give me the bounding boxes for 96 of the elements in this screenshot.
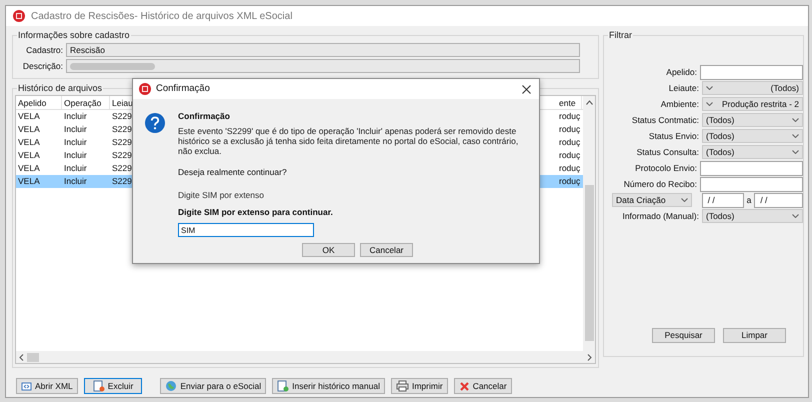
dialog-hint: Digite SIM por extenso (178, 190, 265, 200)
scroll-left-icon[interactable] (19, 354, 24, 360)
caret-icon (792, 150, 799, 154)
field-label: Descrição: (22, 60, 63, 72)
table-cell-text: roduç (558, 162, 582, 175)
window-title: Cadastro de Rescisões- Histórico de arquivos XML eSocial (31, 10, 292, 24)
field-label: Leiaute: (668, 82, 700, 94)
date-to-field[interactable]: / / (754, 192, 803, 208)
dropdown[interactable]: (Todos) (702, 145, 803, 159)
dropdown[interactable]: (Todos) (702, 209, 803, 223)
dialog-button[interactable]: Cancelar (360, 243, 413, 257)
dialog-question: Deseja realmente continuar? (178, 167, 288, 177)
table-cell-text: VELA (17, 149, 41, 162)
table-cell-text: Incluir (63, 110, 88, 123)
group-title: Informações sobre cadastro (17, 29, 131, 41)
field-label: Apelido: (665, 66, 698, 78)
filter-button[interactable]: Pesquisar (652, 328, 715, 343)
dialog-title: Confirmação (156, 82, 210, 96)
scroll-up-icon[interactable] (586, 100, 592, 105)
table-cell-text: roduç (558, 175, 582, 188)
scroll-thumb[interactable] (27, 352, 39, 362)
question-icon (145, 113, 165, 133)
caret-icon (706, 102, 713, 106)
table-cell-text: S229 (111, 162, 133, 175)
table-cell-text: Incluir (63, 162, 88, 175)
text-field[interactable] (700, 160, 803, 176)
group-title: Histórico de arquivos (17, 82, 104, 94)
printer-icon (396, 380, 409, 392)
horizontal-scrollbar[interactable] (16, 351, 595, 363)
toolbar-button[interactable]: Cancelar (454, 378, 512, 394)
field-label: Protocolo Envio: (634, 162, 698, 174)
field-label: Ambiente: (660, 98, 700, 110)
filter-button[interactable]: Limpar (723, 328, 786, 343)
close-icon[interactable] (522, 84, 531, 94)
scroll-right-icon[interactable] (587, 354, 592, 360)
text-field[interactable] (700, 64, 803, 80)
table-cell-text: S229 (111, 175, 133, 188)
table-cell-text: VELA (17, 110, 41, 123)
globe-icon (165, 380, 178, 392)
dialog-message: Este evento 'S2299' que é do tipo de operação 'Incluir' apenas poderá ser removido deste histórico se a exclusão já tenha sido feita diretamente no portal do eSocial, caso contrário, não exclua. (178, 126, 520, 156)
text-field[interactable] (700, 176, 803, 192)
toolbar-button[interactable]: Enviar para o eSocial (160, 378, 266, 394)
field-label: Cadastro: (25, 44, 63, 56)
table-cell-text: S229 (111, 110, 133, 123)
vertical-scrollbar[interactable] (583, 96, 595, 351)
table-cell-text: VELA (17, 136, 41, 149)
table-cell-text: S229 (111, 149, 133, 162)
column-header[interactable]: Operação (62, 96, 110, 109)
field-label: Número do Recibo: (622, 178, 698, 190)
group-title: Filtrar (608, 29, 633, 41)
table-cell-text: Incluir (63, 175, 88, 188)
table-cell-text: Incluir (63, 136, 88, 149)
date-type-dropdown[interactable]: Data Criação (612, 193, 692, 207)
caret-icon (706, 86, 713, 90)
caret-icon (680, 198, 688, 202)
table-cell-text: VELA (17, 175, 41, 188)
table-cell-text: Incluir (63, 149, 88, 162)
dropdown[interactable]: (Todos) (702, 113, 803, 127)
caret-icon (792, 214, 799, 218)
table-cell-text: roduç (558, 110, 582, 123)
table-cell-text: S229 (111, 136, 133, 149)
date-from-field[interactable]: / / (702, 192, 744, 208)
table-cell-text: VELA (17, 162, 41, 175)
field-label: Status Consulta: (636, 146, 700, 158)
field-label: Status Contmatic: (630, 114, 700, 126)
table-cell-text: roduç (558, 149, 582, 162)
scroll-thumb[interactable] (584, 185, 594, 341)
table-cell-text: roduç (558, 136, 582, 149)
caret-icon (792, 118, 799, 122)
toolbar-button[interactable]: Excluir (84, 378, 142, 394)
dialog-heading: Confirmação (178, 111, 231, 121)
document-icon (277, 380, 290, 392)
dialog-prompt: Digite SIM por extenso para continuar. (178, 207, 334, 217)
document-icon (92, 380, 105, 392)
app-logo-icon (139, 83, 151, 95)
field-label: Informado (Manual): (621, 210, 700, 222)
close-icon (458, 380, 470, 392)
table-cell-text: roduç (558, 123, 582, 136)
table-cell-text: Incluir (63, 123, 88, 136)
field-label: Status Envio: (648, 130, 700, 142)
toolbar-button[interactable]: Inserir histórico manual (272, 378, 385, 394)
column-header[interactable]: Apelido (16, 96, 62, 109)
dropdown[interactable]: Produção restrita - 2 (702, 97, 803, 111)
toolbar-button[interactable]: Imprimir (390, 378, 448, 394)
table-cell-text: S229 (111, 123, 133, 136)
dialog-button[interactable]: OK (302, 243, 355, 257)
dropdown[interactable]: (Todos) (702, 81, 803, 95)
toolbar-button[interactable]: Abrir XML (16, 378, 78, 394)
answer-field[interactable]: SIM (178, 223, 314, 237)
app-logo-icon (13, 10, 25, 22)
caret-icon (792, 134, 799, 138)
dropdown[interactable]: (Todos) (702, 129, 803, 143)
table-cell-text: VELA (17, 123, 41, 136)
range-separator: a (746, 194, 752, 206)
document-icon (21, 380, 32, 392)
column-header[interactable]: ente (557, 96, 582, 109)
